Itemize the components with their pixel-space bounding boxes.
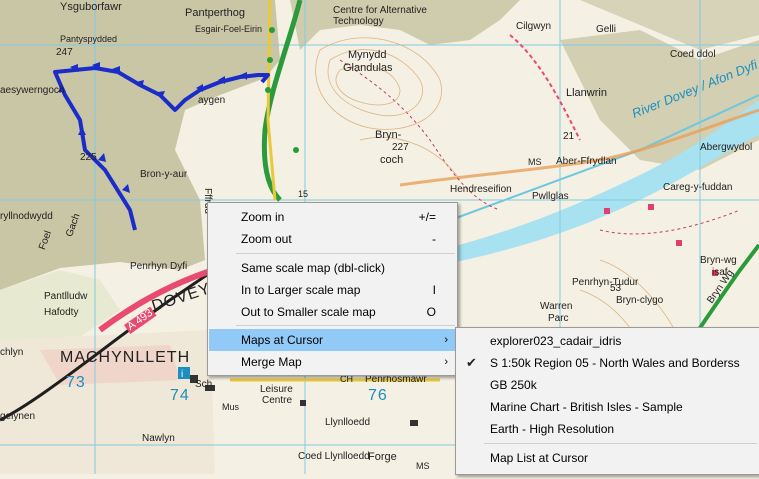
map-label-grid: 73 (66, 374, 86, 391)
map-label: Hafodty (44, 307, 79, 318)
submenu-item-label: Earth - High Resolution (490, 422, 615, 436)
submenu-item-label: GB 250k (490, 378, 537, 392)
map-label: aygen (198, 95, 226, 106)
menu-item-shortcut: +/= (418, 210, 436, 224)
map-label: Bryn-wg (700, 255, 737, 266)
map-label: Nawlyn (142, 433, 175, 444)
context-menu: Zoom in +/= Zoom out - Same scale map (d… (207, 202, 458, 376)
menu-item-same-scale-map[interactable]: Same scale map (dbl-click) (209, 257, 456, 279)
menu-item-label: In to Larger scale map (241, 283, 361, 297)
menu-item-label: Zoom out (241, 232, 292, 246)
map-label: Penrhosmawr (365, 374, 427, 385)
menu-item-maps-at-cursor[interactable]: Maps at Cursor › (209, 329, 456, 351)
map-label: Technology (333, 16, 384, 27)
map-label: Bryn-clygo (616, 295, 664, 306)
map-label-grid: 76 (368, 387, 388, 404)
map-label: Warren (540, 301, 573, 312)
map-label: aesywerngoch (0, 85, 65, 96)
map-label: Hendreseifion (450, 184, 512, 195)
menu-item-merge-map[interactable]: Merge Map › (209, 351, 456, 373)
map-label: 53 (610, 283, 622, 294)
map-label: ryllnodwydd (0, 211, 53, 222)
map-label: Mynydd (348, 49, 387, 61)
map-label: Llynlloedd (325, 417, 371, 428)
submenu-item-earth-high-res[interactable]: Earth - High Resolution (457, 418, 758, 440)
map-label: Leisure (260, 384, 293, 395)
map-label: Abergwydol (700, 142, 753, 153)
menu-item-label: Merge Map (241, 355, 302, 369)
map-label: Gelli (596, 24, 617, 35)
menu-item-label: Same scale map (dbl-click) (241, 261, 386, 275)
submenu-item-marine-chart[interactable]: Marine Chart - British Isles - Sample (457, 396, 758, 418)
map-label: coch (380, 154, 404, 166)
chevron-right-icon: › (444, 356, 448, 368)
map-label: Bron-y-aur (140, 169, 188, 180)
menu-item-larger-scale-map[interactable]: In to Larger scale map I (209, 279, 456, 301)
map-label: Cilgwyn (516, 21, 552, 32)
menu-separator (236, 253, 455, 254)
menu-separator (484, 443, 757, 444)
map-label: Esgair-Foel-Eirin (195, 24, 263, 34)
chevron-right-icon: › (444, 334, 448, 346)
map-label: Forge (368, 451, 397, 463)
map-label: chlyn (0, 347, 24, 358)
map-label: 227 (392, 142, 409, 153)
map-label: Pantlludw (44, 291, 88, 302)
map-label: Penrhyn-Tudur (572, 277, 639, 288)
map-label: 15 (298, 189, 309, 199)
map-label: Careg-y-fuddan (663, 182, 733, 193)
map-label: Ysguborfawr (60, 1, 122, 13)
map-label: Bryn- (375, 129, 402, 141)
menu-separator (236, 325, 455, 326)
maps-at-cursor-submenu: explorer023_cadair_idris ✔ S 1:50k Regio… (455, 327, 759, 475)
menu-item-shortcut: I (432, 283, 436, 297)
map-label: Penrhyn Dyfi (130, 261, 188, 272)
submenu-item-label: Marine Chart - British Isles - Sample (490, 400, 683, 414)
menu-item-shortcut: - (432, 232, 436, 246)
map-label: 247 (56, 47, 73, 58)
map-label: 225 (80, 152, 97, 163)
menu-item-label: Zoom in (241, 210, 285, 224)
map-label: CH (340, 374, 353, 384)
map-label: Glandulas (343, 62, 393, 74)
map-label-grid: 74 (170, 387, 190, 404)
menu-item-zoom-out[interactable]: Zoom out - (209, 228, 456, 250)
map-label: Parc (548, 313, 569, 324)
map-label: MS (528, 157, 542, 167)
map-label: Aber-Ffrydlan (556, 156, 617, 167)
map-label: Centre (262, 395, 293, 406)
submenu-item-label: Map List at Cursor (490, 451, 589, 465)
map-label: Centre for Alternative (333, 5, 427, 16)
submenu-item-label: S 1:50k Region 05 - North Wales and Bord… (490, 356, 740, 370)
map-label: Mus (222, 402, 240, 412)
svg-text:i: i (181, 369, 183, 380)
menu-item-shortcut: O (426, 305, 436, 319)
submenu-item-explorer023[interactable]: explorer023_cadair_idris (457, 330, 758, 352)
map-label: gelynen (0, 411, 36, 422)
map-label: MS (416, 461, 430, 471)
submenu-item-gb250k[interactable]: GB 250k (457, 374, 758, 396)
map-label: Llanwrin (566, 87, 607, 99)
map-label: 21 (563, 131, 575, 142)
map-label: Pantyspydded (60, 34, 118, 44)
map-label: Pantperthog (185, 7, 245, 19)
submenu-item-label: explorer023_cadair_idris (490, 334, 622, 348)
menu-item-label: Out to Smaller scale map (241, 305, 376, 319)
map-label: Coed Llynlloedd (298, 451, 370, 462)
menu-item-label: Maps at Cursor (241, 333, 324, 347)
checkmark-icon: ✔ (466, 355, 477, 370)
map-label: Sch (195, 379, 213, 390)
map-label: Coed ddol (670, 49, 716, 60)
map-label: Pwllglas (532, 191, 569, 202)
menu-item-smaller-scale-map[interactable]: Out to Smaller scale map O (209, 301, 456, 323)
menu-item-zoom-in[interactable]: Zoom in +/= (209, 206, 456, 228)
map-label-town: MACHYNLLETH (60, 349, 191, 366)
submenu-item-region05[interactable]: ✔ S 1:50k Region 05 - North Wales and Bo… (457, 352, 758, 374)
submenu-item-map-list[interactable]: Map List at Cursor (457, 447, 758, 469)
